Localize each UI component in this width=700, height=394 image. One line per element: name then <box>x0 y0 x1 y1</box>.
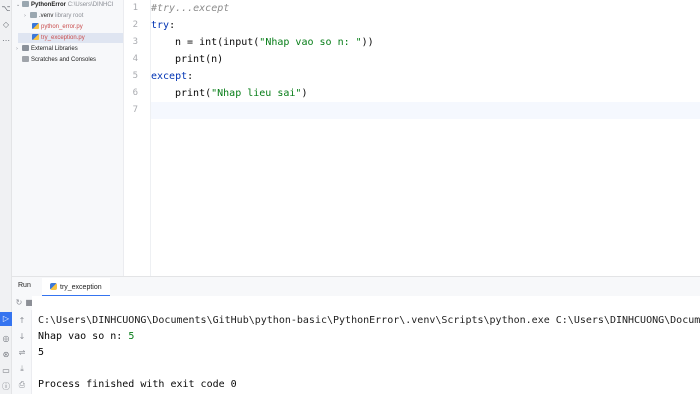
tree-item-project-root[interactable]: ⌄ PythonError C:\Users\DINHCI <box>16 0 113 10</box>
tree-item-scratches[interactable]: Scratches and Consoles <box>22 55 96 65</box>
folder-icon <box>22 1 29 7</box>
code-line-4[interactable]: print(n) <box>151 51 700 68</box>
tree-item-external-libraries[interactable]: › External Libraries <box>16 44 78 54</box>
project-panel: ⌄ PythonError C:\Users\DINHCI › .venv libr… <box>12 0 124 276</box>
commit-icon[interactable]: ⌥ <box>1 4 11 14</box>
line-number: 1 <box>132 3 138 13</box>
services-icon[interactable]: ⊛ <box>1 350 11 360</box>
scroll-to-end-icon[interactable]: ⤓ <box>17 364 27 374</box>
problems-icon[interactable]: ⓘ <box>1 382 11 392</box>
line-number: 2 <box>132 20 138 30</box>
line-number: 5 <box>132 71 138 81</box>
line-number: 4 <box>132 54 138 64</box>
code-line-5[interactable]: except: <box>151 68 700 85</box>
code-line-2[interactable]: try: <box>151 17 700 34</box>
line-number-gutter: 1 2 3 4 5 6 7 <box>124 0 151 276</box>
scratches-icon <box>22 56 29 62</box>
arrow-up-icon[interactable]: ↑ <box>17 316 27 326</box>
print-icon[interactable]: ⎙ <box>17 380 27 390</box>
code-editor[interactable]: #try...except try: n = int(input("Nhap v… <box>151 0 700 276</box>
line-number: 6 <box>132 88 138 98</box>
tree-item-python-error[interactable]: python_error.py <box>32 22 83 32</box>
code-line-1[interactable]: #try...except <box>151 0 700 17</box>
tab-try-exception[interactable]: try_exception <box>42 278 110 297</box>
run-console[interactable]: C:\Users\DINHCUONG\Documents\GitHub\pyth… <box>32 296 700 394</box>
rerun-icon[interactable]: ↻ <box>14 298 24 308</box>
python-file-icon <box>32 23 39 29</box>
structure-icon[interactable]: ◇ <box>1 20 11 30</box>
code-line-6[interactable]: print("Nhap lieu sai") <box>151 85 700 102</box>
arrow-down-icon[interactable]: ↓ <box>17 332 27 342</box>
console-command-line: C:\Users\DINHCUONG\Documents\GitHub\pyth… <box>38 315 700 326</box>
python-packages-icon[interactable]: ◎ <box>1 334 11 344</box>
python-file-icon <box>50 283 57 290</box>
terminal-icon[interactable]: ▭ <box>1 366 11 376</box>
activity-bar: ⌥ ◇ ⋯ ▷ ◎ ⊛ ▭ ⓘ <box>0 0 12 394</box>
line-number: 7 <box>132 105 138 115</box>
soft-wrap-icon[interactable]: ⇌ <box>17 348 27 358</box>
folder-icon <box>30 12 37 18</box>
run-tool-window-header: Run try_exception <box>12 276 700 297</box>
code-line-7[interactable] <box>151 102 700 119</box>
run-title: Run <box>18 282 31 289</box>
more-icon[interactable]: ⋯ <box>1 36 11 46</box>
run-tool-icon[interactable]: ▷ <box>0 312 12 326</box>
run-side-toolbar: ↑ ↓ ⇌ ⤓ ⎙ <box>12 310 32 394</box>
code-line-3[interactable]: n = int(input("Nhap vao so n: ")) <box>151 34 700 51</box>
tree-item-try-exception[interactable]: try_exception.py <box>18 33 123 43</box>
tree-item-venv[interactable]: › .venv library root <box>24 11 83 21</box>
python-file-icon <box>32 34 39 40</box>
console-exit-message: Process finished with exit code 0 <box>38 379 237 390</box>
library-icon <box>22 45 29 51</box>
console-prompt-line: Nhap vao so n: 5 <box>38 331 135 342</box>
run-toolbar: ↻ ■ <box>12 296 33 310</box>
line-number: 3 <box>132 37 138 47</box>
console-printed-value: 5 <box>38 347 45 358</box>
